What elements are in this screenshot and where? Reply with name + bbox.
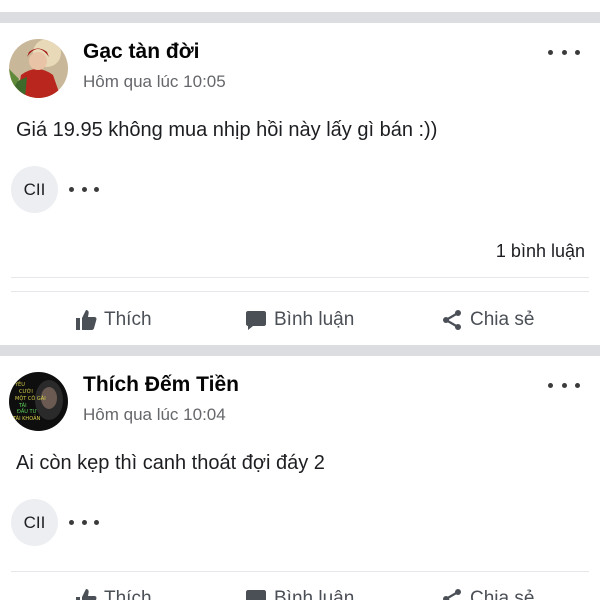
like-button[interactable]: Thích: [74, 587, 152, 600]
comment-icon: [244, 308, 268, 332]
post-author[interactable]: Thích Đếm Tiền: [83, 373, 239, 397]
avatar-caption: TÀI: [18, 402, 27, 409]
share-button[interactable]: Chia sẻ: [440, 308, 534, 332]
share-label: Chia sẻ: [470, 309, 535, 330]
post-timestamp[interactable]: Hôm qua lúc 10:04: [83, 405, 226, 425]
avatar-caption: MỘT CÔ GÁI: [15, 395, 46, 402]
avatar-photo: YÊU CƯỚI MỘT CÔ GÁI TÀI ĐẦU TƯ TÀI KHOẢN: [9, 372, 68, 431]
avatar[interactable]: YÊU CƯỚI MỘT CÔ GÁI TÀI ĐẦU TƯ TÀI KHOẢN: [9, 372, 68, 431]
like-label: Thích: [104, 309, 152, 330]
thumbs-up-icon: [74, 308, 98, 332]
divider: [11, 277, 589, 278]
thumbs-up-icon: [74, 587, 98, 600]
post-card: YÊU CƯỚI MỘT CÔ GÁI TÀI ĐẦU TƯ TÀI KHOẢN…: [0, 356, 600, 600]
feed-separator: [0, 345, 600, 356]
comment-icon: [244, 587, 268, 600]
comment-button[interactable]: Bình luận: [244, 587, 354, 600]
share-icon: [440, 587, 464, 600]
more-options-icon[interactable]: [548, 375, 580, 395]
avatar-caption: CƯỚI: [19, 388, 33, 395]
more-options-icon[interactable]: [548, 42, 580, 62]
comment-button[interactable]: Bình luận: [244, 308, 354, 332]
like-button[interactable]: Thích: [74, 308, 152, 332]
divider: [11, 571, 589, 572]
avatar-caption: TÀI KHOẢN: [12, 414, 41, 422]
avatar-caption: ĐẦU TƯ: [17, 407, 37, 415]
divider: [11, 291, 589, 292]
comment-label: Bình luận: [274, 309, 355, 330]
share-icon: [440, 308, 464, 332]
comment-label: Bình luận: [274, 588, 355, 600]
post-text: Ai còn kẹp thì canh thoát đợi đáy 2: [16, 452, 325, 474]
post-card: Gạc tàn đời Hôm qua lúc 10:05 Giá 19.95 …: [0, 23, 600, 345]
avatar-photo: [9, 39, 68, 98]
reaction-chip[interactable]: CII: [11, 499, 58, 546]
more-dots-icon[interactable]: [69, 184, 99, 194]
avatar[interactable]: [9, 39, 68, 98]
post-timestamp[interactable]: Hôm qua lúc 10:05: [83, 72, 226, 92]
reaction-chip[interactable]: CII: [11, 166, 58, 213]
feed-separator-top: [0, 12, 600, 23]
share-button[interactable]: Chia sẻ: [440, 587, 534, 600]
post-author[interactable]: Gạc tàn đời: [83, 40, 199, 64]
share-label: Chia sẻ: [470, 588, 535, 600]
avatar-caption: YÊU: [14, 380, 25, 388]
comment-count[interactable]: 1 bình luận: [496, 241, 585, 262]
more-dots-icon[interactable]: [69, 517, 99, 527]
like-label: Thích: [104, 588, 152, 600]
post-text: Giá 19.95 không mua nhịp hồi này lấy gì …: [16, 119, 438, 141]
